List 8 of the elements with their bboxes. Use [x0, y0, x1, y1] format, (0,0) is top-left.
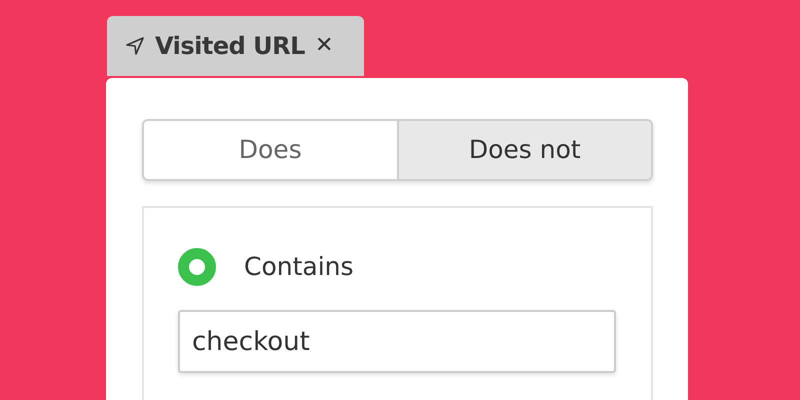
input-field[interactable]: checkout	[178, 310, 616, 373]
mode-tab[interactable]: Does	[144, 121, 396, 179]
chip-label: Visited URL	[155, 31, 305, 62]
radio-button[interactable]	[178, 248, 216, 286]
mode-tab[interactable]: Does not	[396, 121, 651, 179]
radio-label: Contains	[244, 251, 354, 284]
navigation-arrow-icon	[125, 36, 145, 56]
close-button[interactable]: ✕	[314, 35, 334, 57]
